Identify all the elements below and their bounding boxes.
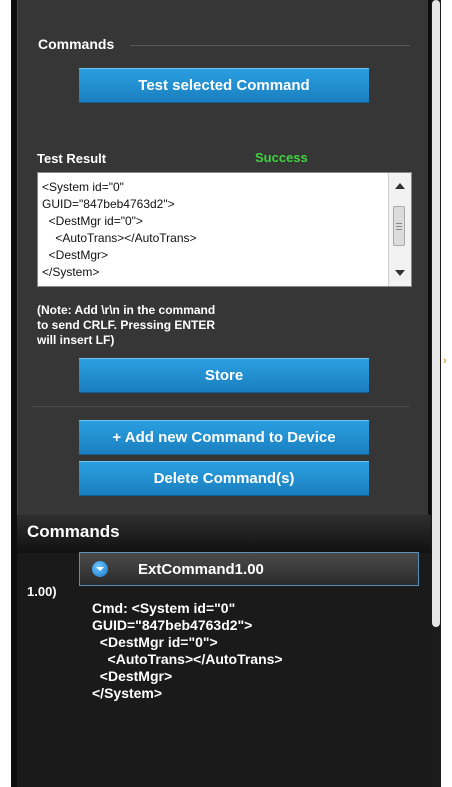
command-item-name: ExtCommand1.00 <box>138 561 264 578</box>
result-scroll-thumb[interactable] <box>393 206 405 246</box>
panel-scrollbar[interactable] <box>431 0 441 787</box>
test-result-label: Test Result <box>37 151 107 166</box>
add-command-button[interactable]: + Add new Command to Device <box>79 420 369 455</box>
scrollbar-thumb[interactable] <box>432 0 440 627</box>
expand-icon[interactable] <box>92 561 108 577</box>
store-button[interactable]: Store <box>79 358 369 393</box>
test-command-button[interactable]: Test selected Command <box>79 68 369 103</box>
delete-commands-button[interactable]: Delete Command(s) <box>79 461 369 496</box>
scroll-down-icon[interactable] <box>395 270 405 276</box>
command-item-detail: Cmd: <System id="0" GUID="847beb4763d2">… <box>92 600 283 701</box>
result-scrollbar[interactable] <box>388 173 411 286</box>
command-item[interactable]: ExtCommand1.00 <box>79 552 419 586</box>
crlf-note: (Note: Add \r\n in the command to send C… <box>37 303 216 347</box>
command-item-index: 1.00) <box>27 584 57 599</box>
test-result-textarea[interactable]: <System id="0" GUID="847beb4763d2"> <Des… <box>37 172 412 287</box>
panel-divider <box>32 406 410 407</box>
commands-list-title: Commands <box>27 522 120 541</box>
scroll-up-icon[interactable] <box>395 183 405 189</box>
test-result-text: <System id="0" GUID="847beb4763d2"> <Des… <box>42 180 197 279</box>
section-title-commands: Commands <box>38 36 115 52</box>
section-divider <box>130 45 410 46</box>
status-badge: Success <box>255 150 308 165</box>
side-arrow-icon[interactable]: › <box>443 355 447 367</box>
